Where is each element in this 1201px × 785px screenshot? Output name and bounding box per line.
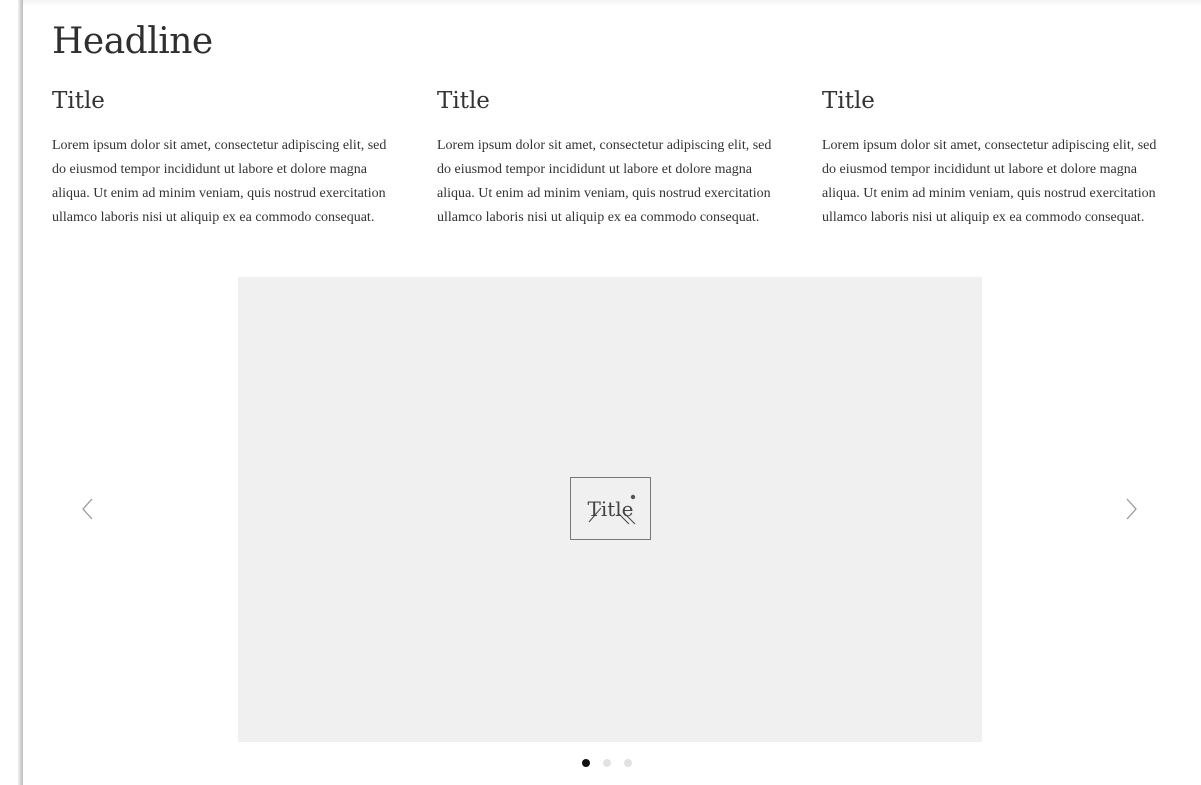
page: Headline Title Lorem ipsum dolor sit ame… [0,0,1201,785]
column-title: Title [822,88,875,114]
carousel-prev-button[interactable] [78,496,98,522]
slide-title-box[interactable]: Title [570,477,651,540]
headline: Headline [52,21,213,62]
column-title: Title [52,88,105,114]
feature-column-3: Title Lorem ipsum dolor sit amet, consec… [822,84,1166,230]
image-carousel: Title [23,277,1201,785]
feature-column-2: Title Lorem ipsum dolor sit amet, consec… [437,84,781,230]
slide-title: Title [587,496,634,521]
carousel-dot[interactable] [582,759,590,767]
feature-column-1: Title Lorem ipsum dolor sit amet, consec… [52,84,396,230]
column-title: Title [437,88,490,114]
carousel-dot[interactable] [624,759,632,767]
carousel-pagination [582,759,632,767]
carousel-dot[interactable] [603,759,611,767]
column-text: Lorem ipsum dolor sit amet, consectetur … [52,138,387,225]
chevron-left-icon [82,498,93,520]
chevron-right-icon [1126,498,1137,520]
carousel-slide: Title [238,277,982,742]
column-text: Lorem ipsum dolor sit amet, consectetur … [822,138,1157,225]
carousel-next-button[interactable] [1121,496,1141,522]
column-text: Lorem ipsum dolor sit amet, consectetur … [437,138,772,225]
feature-columns: Title Lorem ipsum dolor sit amet, consec… [52,84,1172,230]
